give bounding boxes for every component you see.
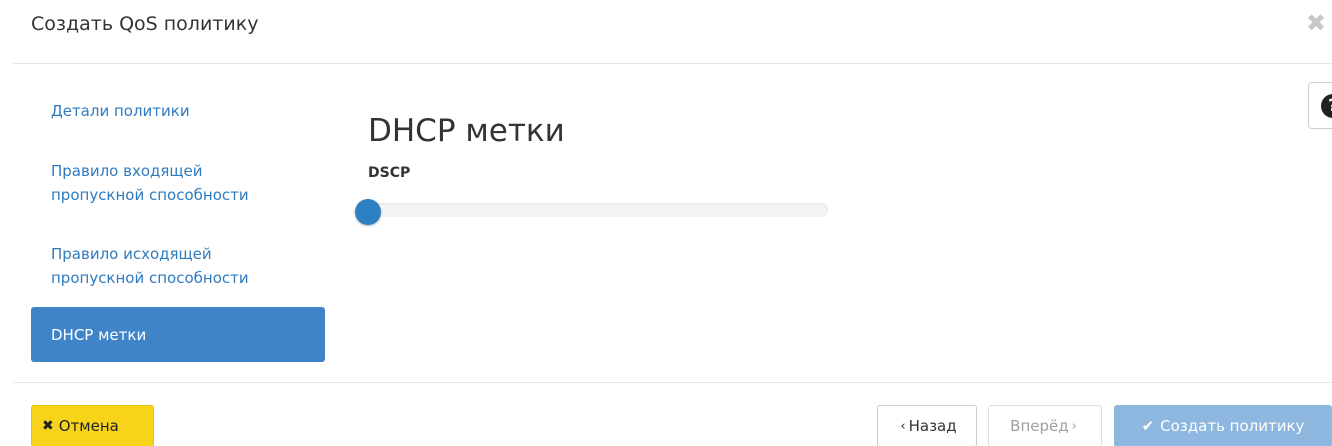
- create-policy-label: Создать политику: [1160, 417, 1305, 435]
- nav-item-label: Детали политики: [51, 102, 190, 120]
- dscp-label: DSCP: [368, 165, 411, 181]
- help-button[interactable]: ?: [1308, 82, 1332, 129]
- next-label: Вперёд: [1010, 417, 1069, 435]
- close-icon[interactable]: ✖: [1306, 8, 1326, 38]
- nav-item-dhcp-marks[interactable]: DHCP метки: [31, 307, 325, 362]
- chevron-left-icon: ‹: [900, 418, 906, 434]
- header-divider: [13, 63, 1332, 64]
- chevron-right-icon: ›: [1071, 418, 1077, 434]
- nav-item-label: DHCP метки: [51, 325, 147, 344]
- footer-divider: [13, 382, 1332, 383]
- next-button: Вперёд ›: [988, 405, 1102, 446]
- question-circle-icon: ?: [1321, 94, 1332, 118]
- check-icon: ✔: [1141, 417, 1155, 435]
- back-button[interactable]: ‹ Назад: [877, 405, 977, 446]
- nav-item-label: Правило входящей пропускной способности: [51, 162, 249, 204]
- cancel-label: Отмена: [58, 417, 119, 435]
- back-label: Назад: [908, 417, 957, 435]
- nav-item-egress-bandwidth[interactable]: Правило исходящей пропускной способности: [31, 242, 291, 290]
- nav-item-policy-details[interactable]: Детали политики: [31, 99, 325, 123]
- close-icon: ✖: [42, 418, 54, 434]
- create-policy-button[interactable]: ✔ Создать политику: [1114, 405, 1332, 446]
- dscp-slider-handle[interactable]: [355, 199, 381, 225]
- section-title: DHCP метки: [368, 113, 565, 149]
- nav-item-label: Правило исходящей пропускной способности: [51, 245, 249, 287]
- modal-title: Создать QoS политику: [31, 13, 259, 35]
- nav-item-ingress-bandwidth[interactable]: Правило входящей пропускной способности: [31, 159, 291, 207]
- cancel-button[interactable]: ✖ Отмена: [31, 405, 154, 446]
- dscp-slider[interactable]: [355, 199, 828, 225]
